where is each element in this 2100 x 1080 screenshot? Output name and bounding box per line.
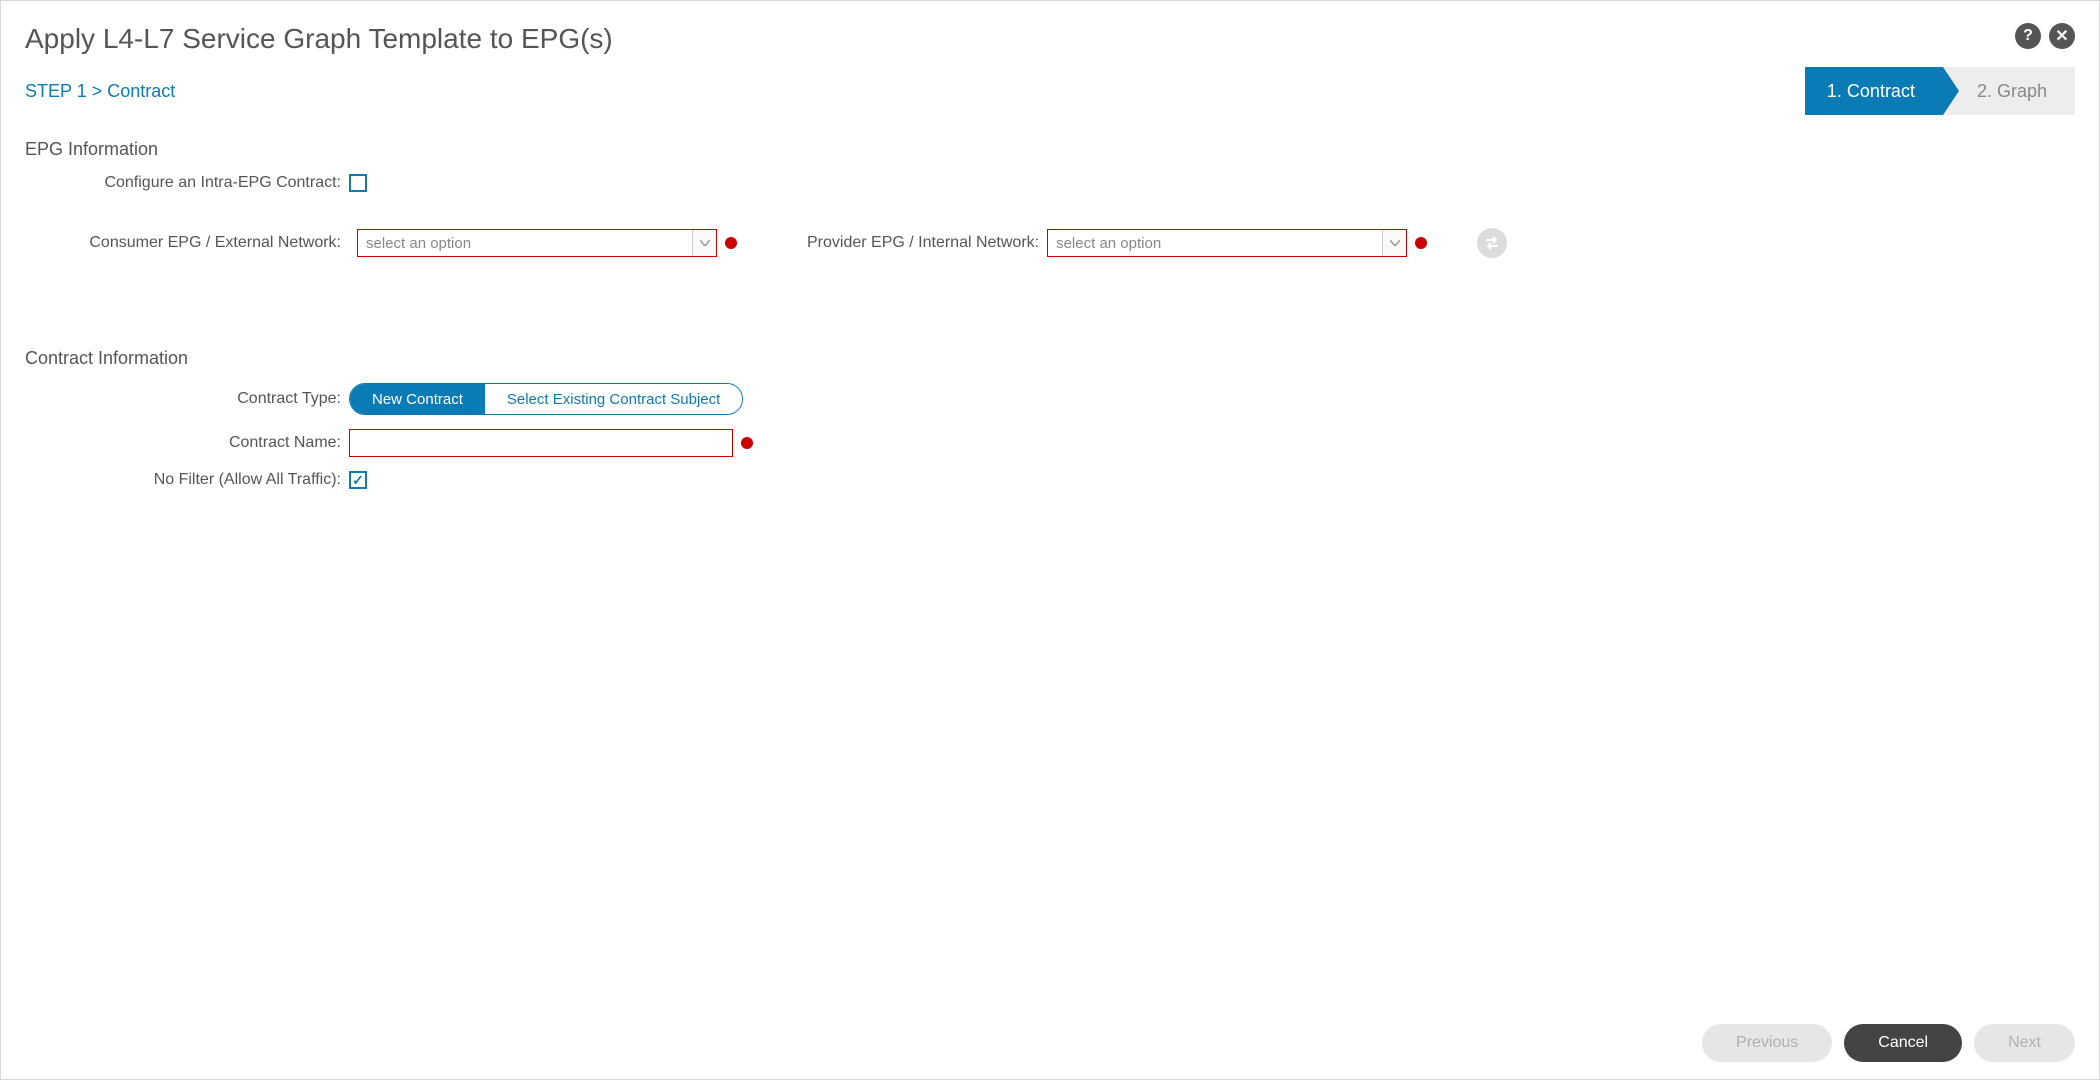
contract-type-label: Contract Type: [25, 390, 349, 408]
row-contract-type: Contract Type: New Contract Select Exist… [25, 383, 2075, 415]
cancel-button[interactable]: Cancel [1844, 1024, 1962, 1062]
contract-type-existing-label: Select Existing Contract Subject [507, 391, 720, 408]
consumer-epg-placeholder: select an option [358, 235, 692, 252]
row-contract-name: Contract Name: [25, 429, 2075, 457]
step-contract[interactable]: 1. Contract [1805, 67, 1943, 115]
contract-section-title: Contract Information [25, 348, 2075, 369]
error-icon [741, 437, 753, 449]
provider-epg-select[interactable]: select an option [1047, 229, 1407, 257]
next-button-label: Next [2008, 1034, 2041, 1051]
no-filter-label: No Filter (Allow All Traffic): [25, 471, 349, 489]
help-icon[interactable]: ? [2015, 23, 2041, 49]
consumer-epg-wrap: select an option [357, 229, 737, 257]
contract-type-toggle: New Contract Select Existing Contract Su… [349, 383, 743, 415]
no-filter-checkbox[interactable] [349, 471, 367, 489]
contract-type-new-label: New Contract [372, 391, 463, 408]
chevron-down-icon [692, 230, 716, 256]
footer: Previous Cancel Next [1, 1007, 2099, 1079]
step-graph[interactable]: 2. Graph [1943, 67, 2075, 115]
provider-epg-placeholder: select an option [1048, 235, 1382, 252]
previous-button[interactable]: Previous [1702, 1024, 1832, 1062]
intra-epg-checkbox[interactable] [349, 174, 367, 192]
provider-epg-label: Provider EPG / Internal Network: [807, 234, 1039, 252]
dialog: Apply L4-L7 Service Graph Template to EP… [0, 0, 2100, 1080]
wizard-steps: 1. Contract 2. Graph [1805, 67, 2075, 115]
contract-name-input[interactable] [349, 429, 733, 457]
next-button[interactable]: Next [1974, 1024, 2075, 1062]
contract-type-new[interactable]: New Contract [350, 384, 485, 414]
row-no-filter: No Filter (Allow All Traffic): [25, 471, 2075, 489]
contract-type-existing[interactable]: Select Existing Contract Subject [485, 384, 742, 414]
provider-epg-wrap: select an option [1047, 229, 1427, 257]
consumer-epg-select[interactable]: select an option [357, 229, 717, 257]
contract-section: Contract Information Contract Type: New … [25, 348, 2075, 489]
error-icon [1415, 237, 1427, 249]
epg-section-title: EPG Information [25, 139, 2075, 160]
content: EPG Information Configure an Intra-EPG C… [1, 139, 2099, 489]
error-icon [725, 237, 737, 249]
row-intra-epg: Configure an Intra-EPG Contract: [25, 174, 2075, 192]
contract-name-label: Contract Name: [25, 434, 349, 452]
intra-epg-label: Configure an Intra-EPG Contract: [25, 174, 349, 192]
dialog-title: Apply L4-L7 Service Graph Template to EP… [25, 23, 2015, 55]
breadcrumb: STEP 1 > Contract [25, 81, 175, 102]
header-icons: ? ✕ [2015, 23, 2075, 49]
step-graph-label: 2. Graph [1977, 81, 2047, 102]
previous-button-label: Previous [1736, 1034, 1798, 1051]
header: Apply L4-L7 Service Graph Template to EP… [1, 1, 2099, 67]
step-contract-label: 1. Contract [1827, 81, 1915, 102]
swap-icon[interactable] [1477, 228, 1507, 258]
cancel-button-label: Cancel [1878, 1034, 1928, 1051]
epg-selectors-row: Consumer EPG / External Network: select … [25, 228, 2075, 258]
chevron-down-icon [1382, 230, 1406, 256]
consumer-epg-label: Consumer EPG / External Network: [25, 234, 349, 252]
close-icon[interactable]: ✕ [2049, 23, 2075, 49]
subheader: STEP 1 > Contract 1. Contract 2. Graph [1, 67, 2099, 133]
